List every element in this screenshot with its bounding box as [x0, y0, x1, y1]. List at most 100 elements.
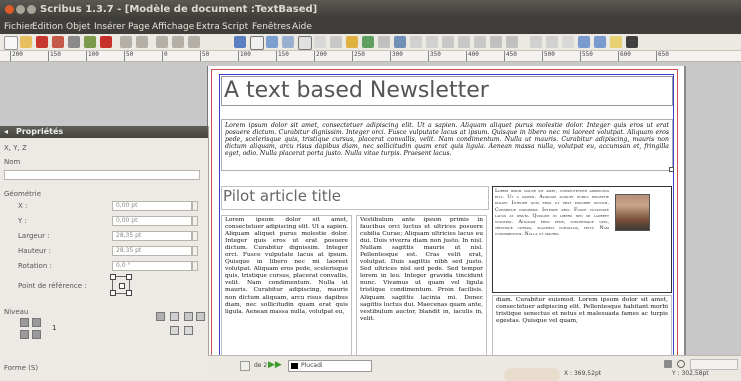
zoom-icon[interactable]	[394, 36, 406, 48]
pdf-combo-box-icon[interactable]	[578, 36, 590, 48]
reference-point-selector[interactable]	[110, 274, 132, 296]
print-icon[interactable]	[68, 36, 80, 48]
rotate-icon[interactable]	[378, 36, 390, 48]
bezier-icon[interactable]	[346, 36, 358, 48]
menu-edition[interactable]: Edition	[32, 20, 63, 34]
pdf-push-button-icon[interactable]	[530, 36, 542, 48]
redo-icon[interactable]	[136, 36, 148, 48]
flip-horizontal-icon[interactable]	[156, 312, 165, 321]
lock-icon[interactable]	[184, 312, 193, 321]
table-icon[interactable]	[282, 36, 294, 48]
ruler-label: 450	[504, 51, 517, 61]
undo-icon[interactable]	[120, 36, 132, 48]
pdf-checkbox-icon[interactable]	[562, 36, 574, 48]
raise-to-top-icon[interactable]	[20, 318, 29, 327]
y-spinner[interactable]	[192, 216, 198, 226]
x-spinner[interactable]	[192, 201, 198, 211]
unlink-frames-icon[interactable]	[458, 36, 470, 48]
pdf-list-box-icon[interactable]	[594, 36, 606, 48]
pdf-link-icon[interactable]	[626, 36, 638, 48]
page-selector-dropdown[interactable]	[240, 361, 250, 371]
lower-to-bottom-icon[interactable]	[32, 330, 41, 339]
rotation-spinner[interactable]	[192, 261, 198, 271]
author-photo[interactable]	[615, 194, 650, 231]
menu-page[interactable]: Page	[128, 20, 150, 34]
story-editor-icon[interactable]	[426, 36, 438, 48]
paste-icon[interactable]	[188, 36, 200, 48]
layer-selector[interactable]: Plucadi	[288, 360, 372, 372]
article-column-2-frame[interactable]: Vestibulum ante ipsum primis in faucibus…	[356, 215, 487, 365]
y-label: Y :	[18, 217, 27, 225]
menu-script[interactable]: Script	[222, 20, 248, 34]
cut-icon[interactable]	[156, 36, 168, 48]
properties-close-icon[interactable]: ◂	[4, 126, 8, 138]
text-frame-icon[interactable]	[250, 36, 264, 50]
edit-text-icon[interactable]	[410, 36, 422, 48]
open-icon[interactable]	[20, 36, 32, 48]
width-spinner[interactable]	[192, 231, 198, 241]
sidebar-box-frame[interactable]: Lorem ipsum dolor sit amet, consectetuer…	[492, 186, 672, 293]
link-frames-icon[interactable]	[442, 36, 454, 48]
flip-vertical-icon[interactable]	[170, 312, 179, 321]
zoom-level-input[interactable]	[690, 359, 738, 370]
preflight-icon[interactable]	[84, 36, 96, 48]
raise-icon[interactable]	[32, 318, 41, 327]
article-column-1-frame[interactable]: Lorem ipsum dolor sit amet, consectetuer…	[221, 215, 352, 365]
menu-aide[interactable]: Aide	[292, 20, 312, 34]
zoom-icon[interactable]	[677, 360, 685, 368]
menu-inserer[interactable]: Insérer	[94, 20, 125, 34]
measure-icon[interactable]	[474, 36, 486, 48]
polygon-icon[interactable]	[314, 36, 326, 48]
lower-icon[interactable]	[20, 330, 29, 339]
text-flow-icon[interactable]	[184, 326, 193, 335]
close-window-button[interactable]	[5, 5, 14, 14]
newsletter-title-frame[interactable]: A text based Newsletter	[221, 76, 673, 106]
next-page-icon[interactable]: ▶▶	[268, 360, 282, 370]
height-spinner[interactable]	[192, 246, 198, 256]
freehand-icon[interactable]	[362, 36, 374, 48]
name-input[interactable]	[4, 170, 200, 180]
maximize-window-button[interactable]	[27, 5, 36, 14]
view-mode-icon[interactable]	[664, 360, 672, 368]
width-label: Largeur :	[18, 232, 50, 240]
page-count-label: de 2	[254, 362, 268, 369]
menu-fenetres[interactable]: Fenêtres	[252, 20, 291, 34]
copy-icon[interactable]	[172, 36, 184, 48]
menu-objet[interactable]: Objet	[66, 20, 90, 34]
menu-fichier[interactable]: Fichier	[4, 20, 33, 34]
x-input[interactable]: 0,00 pt	[112, 201, 192, 211]
shape-icon[interactable]	[298, 36, 312, 50]
menu-extra[interactable]: Extra	[196, 20, 220, 34]
article-column-2-text: Vestibulum ante ipsum primis in faucibus…	[360, 217, 483, 322]
ruler-label: 600	[618, 51, 631, 61]
select-icon[interactable]	[234, 36, 246, 48]
pdf-annotation-icon[interactable]	[610, 36, 622, 48]
height-input[interactable]: 28,35 pt	[112, 246, 192, 256]
y-input[interactable]: 0,00 pt	[112, 216, 192, 226]
pdf-export-icon[interactable]	[100, 36, 112, 48]
frame-overflow-handle[interactable]	[669, 167, 674, 172]
new-document-icon[interactable]	[4, 36, 18, 50]
line-icon[interactable]	[330, 36, 342, 48]
article-title-frame[interactable]: Pilot article title	[221, 186, 489, 210]
unit-selector[interactable]	[504, 368, 560, 381]
properties-title-bar[interactable]: ◂ Propriétés	[0, 126, 208, 138]
document-page[interactable]: A text based Newsletter Lorem ipsum dolo…	[207, 66, 684, 369]
xyz-tab[interactable]: X, Y, Z	[4, 144, 27, 152]
pdf-text-field-icon[interactable]	[546, 36, 558, 48]
size-lock-icon[interactable]	[196, 312, 205, 321]
save-icon[interactable]	[36, 36, 48, 48]
image-frame-icon[interactable]	[266, 36, 278, 48]
print-enable-icon[interactable]	[170, 326, 179, 335]
width-input[interactable]: 28,35 pt	[112, 231, 192, 241]
eyedropper-icon[interactable]	[506, 36, 518, 48]
copy-properties-icon[interactable]	[490, 36, 502, 48]
shape-section-label[interactable]: Forme (S)	[4, 364, 38, 372]
close-document-icon[interactable]	[52, 36, 64, 48]
x-label: X :	[18, 202, 28, 210]
rotation-input[interactable]: 0,0 °	[112, 261, 192, 271]
horizontal-ruler[interactable]: 200 150 100 50 0 50 100 150 200 250 300 …	[0, 51, 741, 62]
minimize-window-button[interactable]	[16, 5, 25, 14]
intro-text-frame[interactable]: Lorem ipsum dolor sit amet, consectetuer…	[221, 119, 673, 171]
menu-affichage[interactable]: Affichage	[152, 20, 194, 34]
